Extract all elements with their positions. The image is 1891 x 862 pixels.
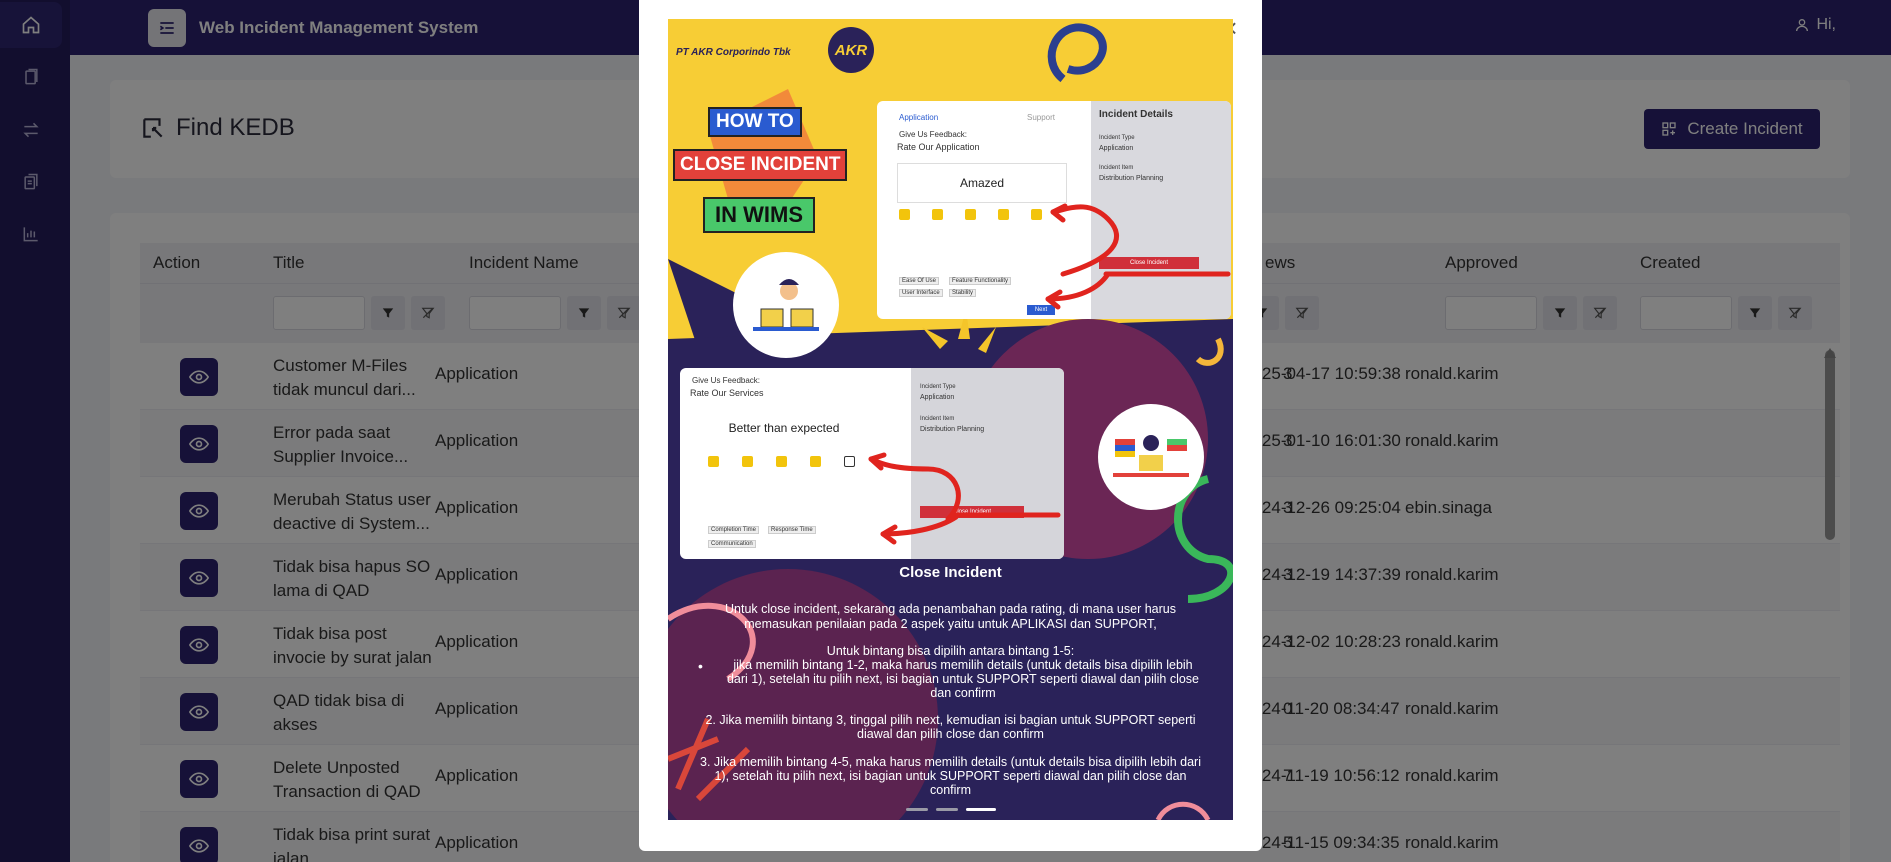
carousel-dot-3[interactable] — [966, 808, 996, 811]
poster-point-3: 3. Jika memilih bintang 4-5, maka harus … — [700, 755, 1201, 797]
poster-paragraph-2: Untuk bintang bisa dipilih antara bintan… — [826, 644, 1075, 658]
carousel-indicators — [906, 808, 996, 811]
carousel-dot-1[interactable] — [906, 808, 928, 811]
poster-section-title: Close Incident — [899, 564, 1002, 581]
poster-paragraph-1: Untuk close incident, sekarang ada penam… — [725, 602, 1176, 631]
poster-point-2: 2. Jika memilih bintang 3, tinggal pilih… — [705, 713, 1196, 741]
how-to-close-incident-poster: PT AKR Corporindo Tbk AKR HOW TO CLOSE I… — [668, 19, 1233, 820]
carousel-dot-2[interactable] — [936, 808, 958, 811]
poster-bullet-1: jika memilih bintang 1-2, maka harus mem… — [726, 658, 1199, 700]
